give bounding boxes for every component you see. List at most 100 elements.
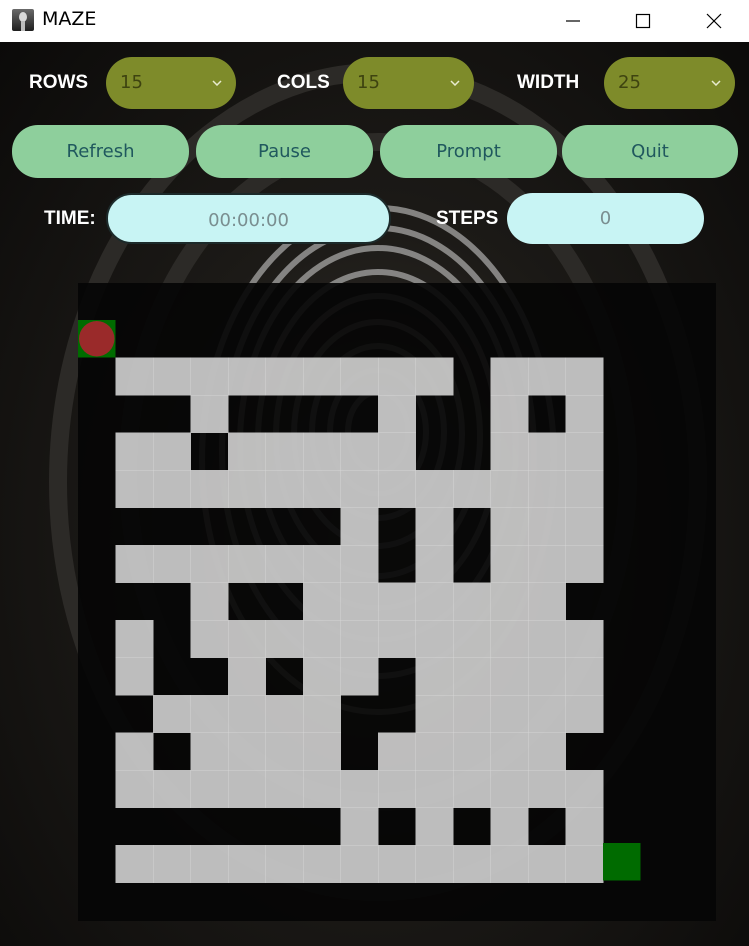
maze-path-cell xyxy=(228,657,266,696)
maze-path-cell xyxy=(378,432,416,471)
maze-path-cell xyxy=(490,357,529,396)
maze-path-cell xyxy=(490,395,529,433)
prompt-button[interactable]: Prompt xyxy=(380,125,557,178)
maze-path-cell xyxy=(528,582,566,621)
window-title: MAZE xyxy=(42,8,97,30)
maze-path-cell xyxy=(528,432,566,471)
maze-path-cell xyxy=(565,845,604,883)
rows-label: ROWS xyxy=(29,72,89,93)
maze-path-cell xyxy=(490,470,529,508)
quit-button[interactable]: Quit xyxy=(562,125,738,178)
minimize-icon xyxy=(566,20,580,22)
maze-path-cell xyxy=(340,582,379,621)
maze-path-cell xyxy=(490,507,529,546)
maze-path-cell xyxy=(190,770,229,808)
time-label: TIME: xyxy=(44,208,96,229)
maze-path-cell xyxy=(528,507,566,546)
maze-path-cell xyxy=(340,470,379,508)
maze-path-cell xyxy=(415,620,454,658)
maze-path-cell xyxy=(565,357,604,396)
maze-path-cell xyxy=(265,845,304,883)
rows-select[interactable]: 15 xyxy=(106,57,236,109)
maze-path-cell xyxy=(228,845,266,883)
maze-path-cell xyxy=(378,620,416,658)
maze-path-cell xyxy=(153,770,191,808)
maze-path-cell xyxy=(340,620,379,658)
maze-path-cell xyxy=(528,657,566,696)
maze-path-cell xyxy=(228,695,266,733)
maze-path-cell xyxy=(453,582,491,621)
maze-path-cell xyxy=(303,695,341,733)
cols-select[interactable]: 15 xyxy=(343,57,474,109)
maze-path-cell xyxy=(565,770,604,808)
maze-path-cell xyxy=(190,695,229,733)
maze-path-cell xyxy=(115,620,154,658)
maze-path-cell xyxy=(378,470,416,508)
maze-path-cell xyxy=(565,545,604,583)
close-button[interactable] xyxy=(679,0,749,42)
minimize-button[interactable] xyxy=(538,0,608,42)
maze-path-cell xyxy=(115,845,154,883)
maze-path-cell xyxy=(415,582,454,621)
maze-path-cell xyxy=(565,657,604,696)
chevron-down-icon xyxy=(450,80,460,86)
maze-path-cell xyxy=(303,470,341,508)
maze-path-cell xyxy=(415,770,454,808)
maze-path-cell xyxy=(340,770,379,808)
maze-path-cell xyxy=(153,432,191,471)
maze-path-cell xyxy=(565,620,604,658)
maze-path-cell xyxy=(303,582,341,621)
maze-path-cell xyxy=(303,545,341,583)
maze-path-cell xyxy=(453,732,491,771)
maximize-button[interactable] xyxy=(608,0,678,42)
maze-path-cell xyxy=(190,357,229,396)
refresh-button[interactable]: Refresh xyxy=(12,125,189,178)
width-label: WIDTH xyxy=(517,72,580,93)
maze-path-cell xyxy=(490,657,529,696)
maze-path-cell xyxy=(115,357,154,396)
maze-path-cell xyxy=(415,545,454,583)
maze-path-cell xyxy=(265,732,304,771)
maze-path-cell xyxy=(378,395,416,433)
maze-path-cell xyxy=(190,582,229,621)
maze-path-cell xyxy=(378,732,416,771)
steps-label: STEPS xyxy=(436,208,499,229)
maze-path-cell xyxy=(115,470,154,508)
maze-path-cell xyxy=(228,357,266,396)
maze-path-cell xyxy=(490,620,529,658)
maze-path-cell xyxy=(153,470,191,508)
maze-path-cell xyxy=(415,695,454,733)
maze-path-cell xyxy=(490,545,529,583)
maze-path-cell xyxy=(265,620,304,658)
maze-path-cell xyxy=(265,432,304,471)
maze-path-cell xyxy=(415,732,454,771)
maze-path-cell xyxy=(303,620,341,658)
maze-path-cell xyxy=(190,620,229,658)
maze-path-cell xyxy=(340,657,379,696)
maze-path-cell xyxy=(490,432,529,471)
maze-path-cell xyxy=(190,470,229,508)
maze-path-cell xyxy=(565,807,604,846)
width-select[interactable]: 25 xyxy=(604,57,735,109)
maze-path-cell xyxy=(228,470,266,508)
app-icon xyxy=(12,9,34,31)
maze-path-cell xyxy=(453,470,491,508)
maze-path-cell xyxy=(228,732,266,771)
maze-path-cell xyxy=(565,470,604,508)
maze-path-cell xyxy=(190,732,229,771)
maze-path-cell xyxy=(415,657,454,696)
maze-path-cell xyxy=(340,845,379,883)
pause-button[interactable]: Pause xyxy=(196,125,373,178)
maze-path-cell xyxy=(303,732,341,771)
maze-path-cell xyxy=(378,357,416,396)
maze-path-cell xyxy=(115,545,154,583)
maze-board[interactable] xyxy=(78,283,716,921)
maze-path-cell xyxy=(115,657,154,696)
maze-path-cell xyxy=(265,545,304,583)
maze-path-cell xyxy=(340,357,379,396)
maze-path-cell xyxy=(378,582,416,621)
time-display: 00:00:00 xyxy=(106,193,391,244)
maze-path-cell xyxy=(265,695,304,733)
maze-path-cell xyxy=(415,807,454,846)
maze-path-cell xyxy=(265,357,304,396)
